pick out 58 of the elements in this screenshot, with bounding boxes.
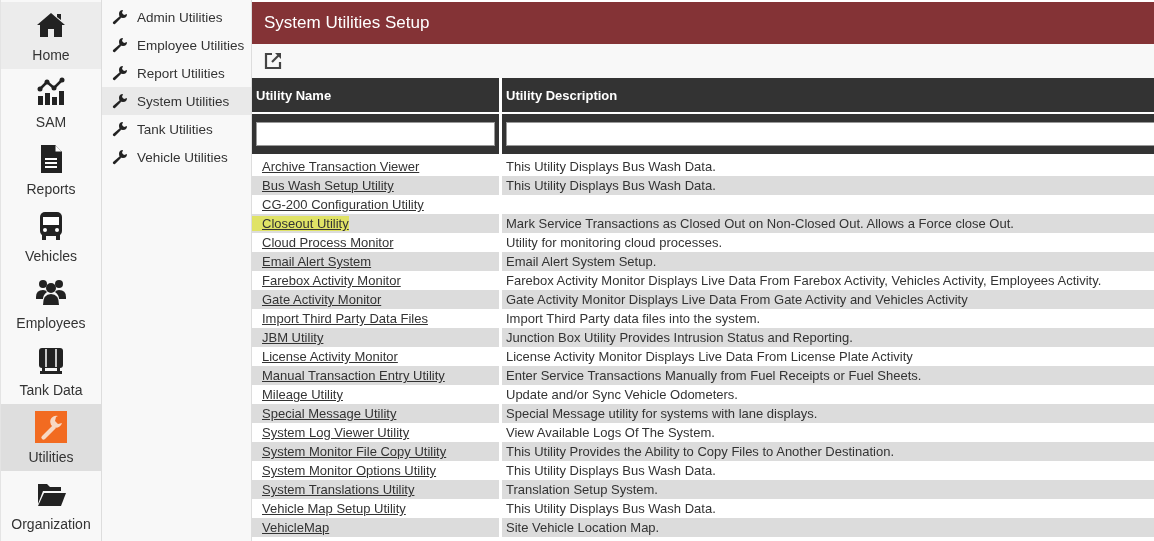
- table-cell: Junction Box Utility Provides Intrusion Status and Reporting.: [506, 330, 853, 345]
- submenu-item[interactable]: Vehicle Utilities: [102, 143, 251, 171]
- table-cell: Farebox Activity Monitor Displays Live Data From Farebox Activity, Vehicles Activity, Employees Activity.: [506, 273, 1102, 288]
- utility-link[interactable]: System Monitor Options Utility: [262, 463, 437, 478]
- chart-icon: [35, 75, 67, 108]
- submenu-item[interactable]: Tank Utilities: [102, 115, 251, 143]
- filter-field[interactable]: [506, 122, 1154, 146]
- wrench-icon: [112, 9, 128, 25]
- column-header[interactable]: Utility Description: [502, 78, 1154, 112]
- submenu-item[interactable]: System Utilities: [102, 87, 251, 115]
- nav-item[interactable]: Organization: [1, 471, 101, 538]
- wrench-icon: [112, 121, 128, 137]
- table-cell: Mark Service Transactions as Closed Out on Non-Closed Out. Allows a Force close Out.: [506, 216, 1014, 231]
- nav-item[interactable]: Reports: [1, 136, 101, 203]
- utility-link[interactable]: Farebox Activity Monitor: [262, 273, 401, 288]
- submenu-item[interactable]: Employee Utilities: [102, 31, 251, 59]
- nav-item[interactable]: SAM: [1, 69, 101, 136]
- table-cell: Import Third Party data files into the system.: [506, 311, 761, 326]
- utility-link[interactable]: Mileage Utility: [262, 387, 343, 402]
- column-header[interactable]: Utility Name: [252, 78, 502, 112]
- utility-link[interactable]: Import Third Party Data Files: [262, 311, 428, 326]
- submenu-item[interactable]: Report Utilities: [102, 59, 251, 87]
- table-cell: Site Vehicle Location Map.: [506, 520, 660, 535]
- table-cell: License Activity Monitor Displays Live Data From License Plate Activity: [506, 349, 913, 364]
- filter-field[interactable]: [256, 122, 495, 146]
- wrench-icon: [112, 65, 128, 81]
- nav-item[interactable]: Utilities: [1, 404, 101, 471]
- table-cell: This Utility Displays Bus Wash Data.: [506, 463, 716, 478]
- wrench-icon: [112, 93, 128, 109]
- table-cell: Special Message utility for systems with lane displays.: [506, 406, 818, 421]
- nav-item[interactable]: Employees: [1, 270, 101, 337]
- page-title: System Utilities Setup: [252, 2, 1154, 44]
- nav-item[interactable]: Tank Data: [1, 337, 101, 404]
- nav-item[interactable]: Vehicles: [1, 203, 101, 270]
- utility-link[interactable]: CG-200 Configuration Utility: [262, 197, 424, 212]
- table-cell: Enter Service Transactions Manually from Fuel Receipts or Fuel Sheets.: [506, 368, 922, 383]
- table-cell: Email Alert System Setup.: [506, 254, 657, 269]
- table-cell: This Utility Displays Bus Wash Data.: [506, 178, 716, 193]
- utility-link[interactable]: Vehicle Map Setup Utility: [262, 501, 406, 516]
- table-cell: Update and/or Sync Vehicle Odometers.: [506, 387, 738, 402]
- wrench-icon: [112, 37, 128, 53]
- submenu-item[interactable]: Admin Utilities: [102, 3, 251, 31]
- table-cell: Translation Setup System.: [506, 482, 658, 497]
- table-cell: View Available Logs Of The System.: [506, 425, 715, 440]
- table-cell: This Utility Displays Bus Wash Data.: [506, 501, 716, 516]
- nav-item[interactable]: Home: [1, 2, 101, 69]
- wrench-icon: [112, 149, 128, 165]
- utility-link[interactable]: Archive Transaction Viewer: [262, 159, 420, 174]
- table-cell: Gate Activity Monitor Displays Live Data From Gate Activity and Vehicles Activity: [506, 292, 968, 307]
- external-link-icon[interactable]: [263, 51, 283, 71]
- table-cell: Utility for monitoring cloud processes.: [506, 235, 723, 250]
- utility-link[interactable]: System Log Viewer Utility: [262, 425, 410, 440]
- wrench-icon: [35, 410, 67, 443]
- utility-link[interactable]: Cloud Process Monitor: [262, 235, 394, 250]
- table-cell: This Utility Provides the Ability to Copy Files to Another Destination.: [506, 444, 894, 459]
- table-cell: This Utility Displays Bus Wash Data.: [506, 159, 716, 174]
- utility-link[interactable]: License Activity Monitor: [262, 349, 398, 364]
- utility-link[interactable]: JBM Utility: [262, 330, 324, 345]
